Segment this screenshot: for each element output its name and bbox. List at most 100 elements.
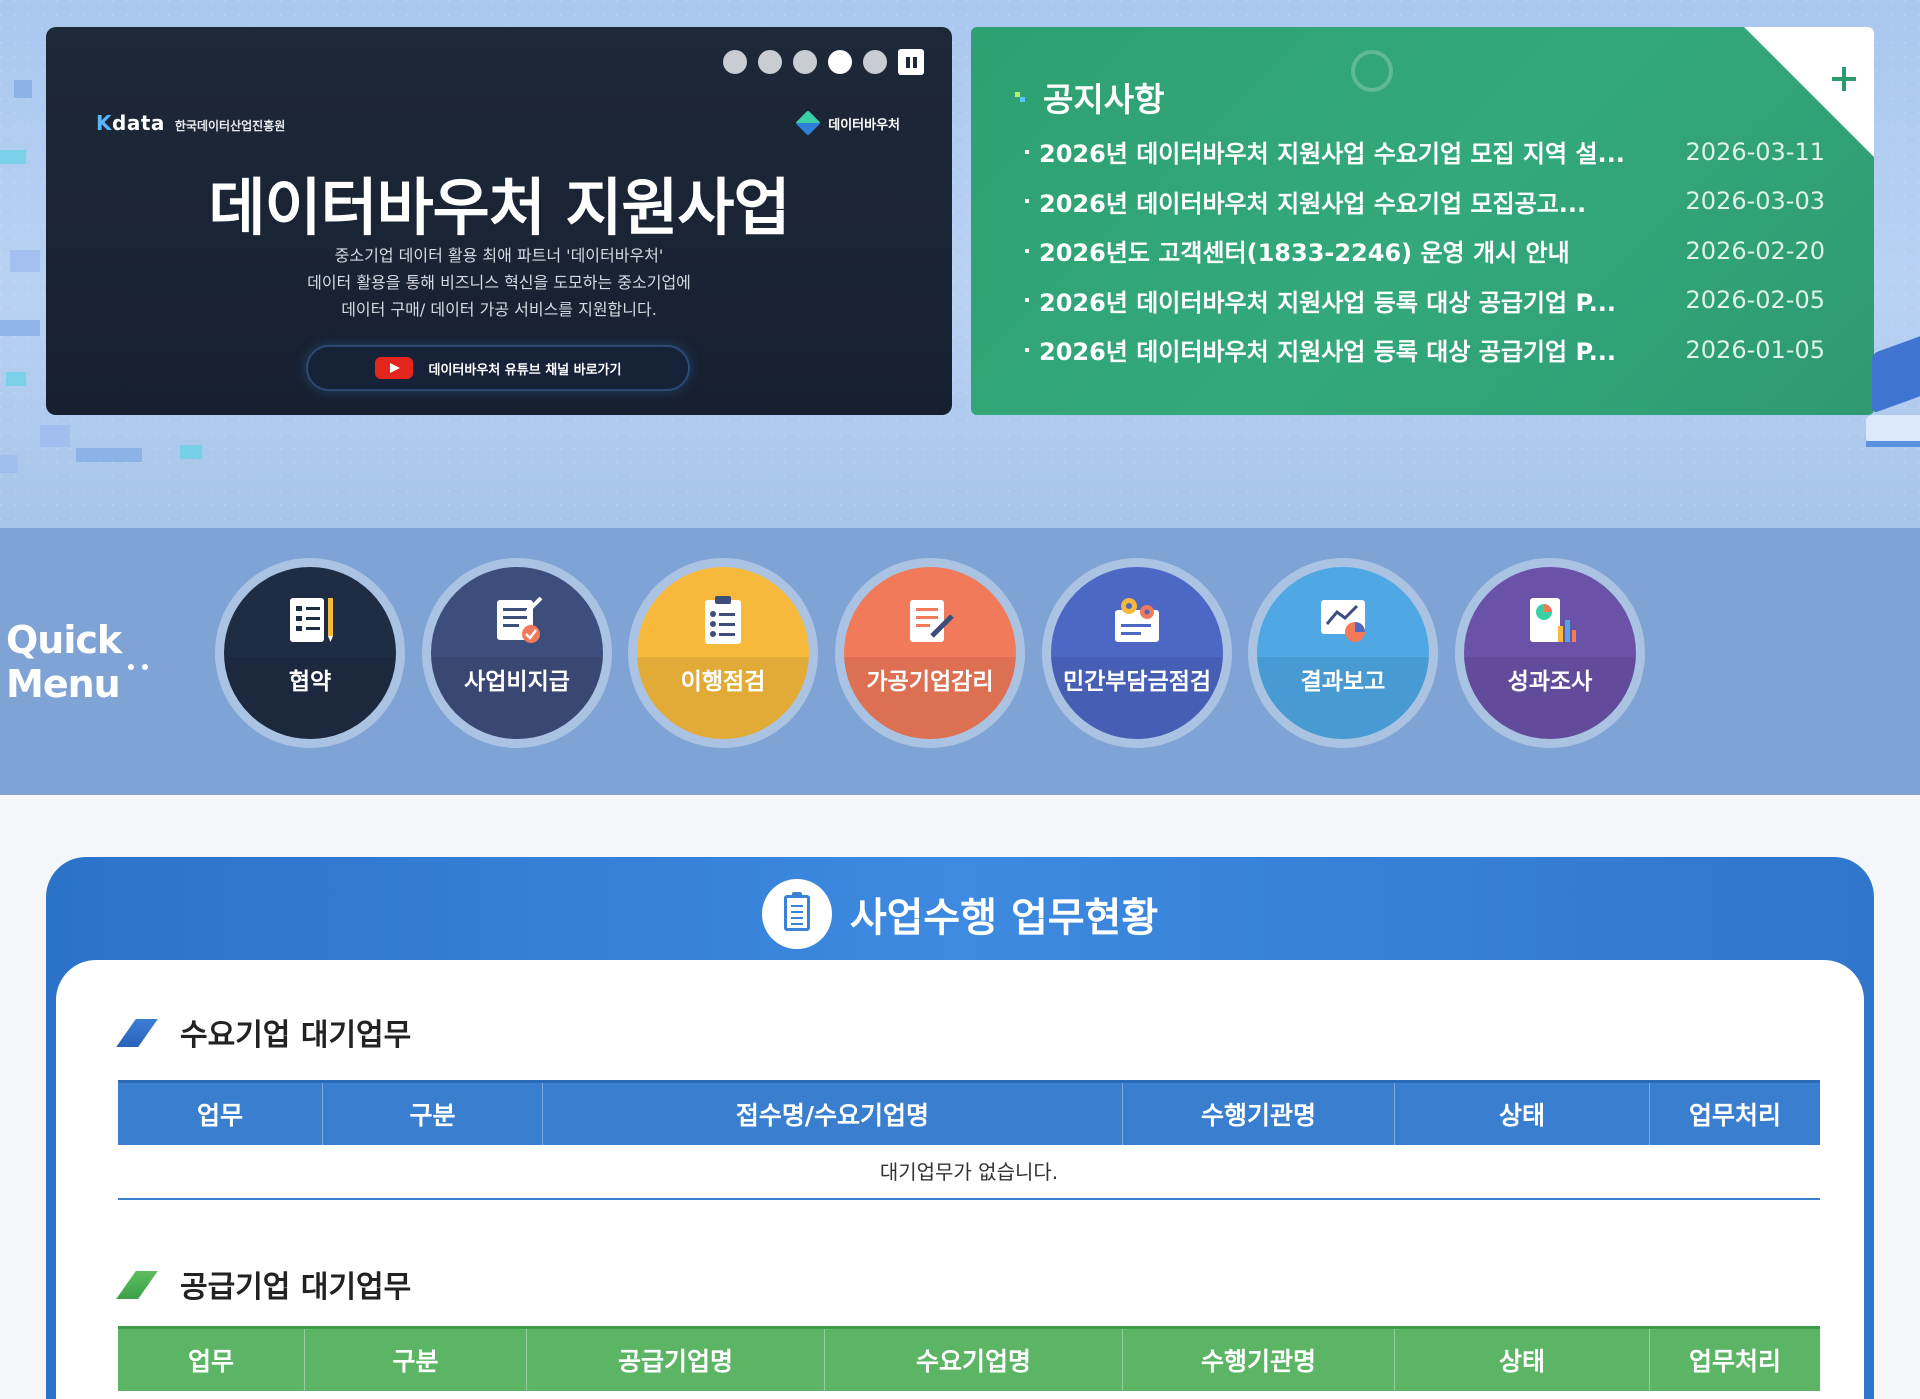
deco-pixel [0, 455, 18, 473]
notice-item-date: 2026-02-05 [1685, 286, 1825, 315]
audit-icon [910, 600, 954, 642]
quick-menu-item-label: 민간부담금점검 [1062, 669, 1212, 695]
notice-list: 2026년 데이터바우처 지원사업 수요기업 모집 지역 설... 2026-0… [1025, 127, 1825, 375]
notice-item-date: 2026-03-11 [1685, 137, 1825, 166]
slash-icon [118, 1269, 158, 1299]
youtube-button-label: 데이터바우처 유튜브 채널 바로가기 [428, 362, 622, 378]
column-header: 업무 [118, 1083, 323, 1145]
column-header: 공급기업명 [527, 1329, 825, 1391]
slider-dot-active[interactable] [828, 50, 852, 74]
quick-menu-label-line: Quick [6, 618, 122, 662]
report-icon [1321, 600, 1365, 642]
deco-3d-block [1860, 336, 1920, 495]
notice-item-date: 2026-03-03 [1685, 187, 1825, 216]
quick-menu-item-label: 가공기업감리 [866, 669, 994, 695]
quick-menu-item-private-contribution[interactable]: 민간부담금점검 [1042, 558, 1232, 748]
deco-pixel [6, 372, 26, 386]
quick-menu-circle[interactable]: 이행점검 [637, 567, 809, 739]
column-header: 수요기업명 [825, 1329, 1123, 1391]
deco-pixel [0, 320, 40, 336]
slider-dot[interactable] [723, 50, 747, 74]
column-header: 업무처리 [1688, 1101, 1781, 1130]
clipboard-icon [761, 879, 832, 949]
column-header: 접수명/수요기업명 [543, 1083, 1123, 1145]
quick-menu-item-label: 사업비지급 [464, 669, 570, 695]
quick-menu-item-label: 협약 [288, 669, 332, 695]
banner-slider[interactable]: Kdata 한국데이터산업진흥원 데이터바우처 데이터바우처 지원사업 중소기업… [46, 27, 952, 415]
slider-pagination [723, 49, 924, 75]
quick-menu-item-label: 이행점검 [680, 669, 766, 695]
quick-menu-circle[interactable]: 민간부담금점검 [1051, 567, 1223, 739]
notice-item[interactable]: 2026년도 고객센터(1833-2246) 운영 개시 안내 2026-02-… [1025, 226, 1825, 276]
quick-menu-circle[interactable]: 결과보고 [1257, 567, 1429, 739]
payment-icon [497, 596, 543, 643]
quick-menu-item-contract[interactable]: 협약 [215, 558, 405, 748]
notice-item-title[interactable]: 2026년도 고객센터(1833-2246) 운영 개시 안내 [1025, 233, 1570, 268]
quick-menu-item-result-report[interactable]: 결과보고 [1248, 558, 1438, 748]
quick-menu-item-compliance-check[interactable]: 이행점검 [628, 558, 818, 748]
work-status-panel: 수요기업 대기업무 업무 구분 접수명/수요기업명 수행기관명 상태 업무처리 … [56, 960, 1864, 1399]
quick-menu: Quick Menu 협약 사업비지급 이행점검 가공기업감리 민간부담금점검 … [0, 528, 1920, 795]
deco-pixel [180, 445, 202, 459]
column-header: 업무처리 [1688, 1347, 1781, 1376]
quick-menu-item-audit[interactable]: 가공기업감리 [835, 558, 1025, 748]
column-header: 상태 [1395, 1329, 1650, 1391]
youtube-icon [374, 357, 413, 379]
settings-icon [1115, 598, 1159, 642]
notice-bullet-icon [1015, 92, 1025, 102]
supply-section-title: 공급기업 대기업무 [118, 1262, 411, 1306]
slider-dot[interactable] [758, 50, 782, 74]
youtube-channel-button[interactable]: 데이터바우처 유튜브 채널 바로가기 [306, 345, 690, 391]
kdata-mark-prefix: K [96, 111, 112, 135]
slider-dot[interactable] [793, 50, 817, 74]
slider-dot[interactable] [863, 50, 887, 74]
demand-section-title-text: 수요기업 대기업무 [180, 1018, 412, 1053]
quick-menu-circle[interactable]: 성과조사 [1464, 567, 1636, 739]
column-header: 업무 [118, 1329, 305, 1391]
quick-menu-circle[interactable]: 사업비지급 [431, 567, 603, 739]
banner-description: 중소기업 데이터 활용 최애 파트너 '데이터바우처' 데이터 활용을 통해 비… [46, 242, 952, 323]
notice-header: 공지사항 [1015, 73, 1164, 121]
quick-menu-item-performance-survey[interactable]: 성과조사 [1455, 558, 1645, 748]
deco-pixel [40, 425, 70, 447]
banner-title: 데이터바우처 지원사업 [208, 171, 791, 244]
deco-ring [1351, 50, 1393, 92]
more-plus-icon[interactable] [1832, 67, 1856, 91]
work-status-header: 사업수행 업무현황 [46, 879, 1874, 949]
deco-pixel [14, 80, 32, 98]
slash-icon [118, 1017, 158, 1047]
supply-table-header: 업무 구분 공급기업명 수요기업명 수행기관명 상태 업무처리 [118, 1326, 1820, 1391]
empty-table-message: 대기업무가 없습니다. [118, 1142, 1820, 1200]
quick-menu-label-line: Menu [6, 662, 121, 706]
deco-pixel [10, 250, 40, 272]
quick-menu-item-label: 결과보고 [1300, 669, 1386, 695]
work-status-title: 사업수행 업무현황 [849, 895, 1159, 941]
demand-table-header: 업무 구분 접수명/수요기업명 수행기관명 상태 업무처리 [118, 1080, 1820, 1145]
work-status-section: 사업수행 업무현황 수요기업 대기업무 업무 구분 접수명/수요기업명 수행기관… [46, 857, 1874, 1399]
kdata-logo: Kdata 한국데이터산업진흥원 [96, 111, 285, 135]
deco-pixel [76, 448, 142, 462]
quick-menu-circle[interactable]: 가공기업감리 [844, 567, 1016, 739]
brand-name: 데이터바우처 [828, 117, 900, 133]
notice-board: 공지사항 2026년 데이터바우처 지원사업 수요기업 모집 지역 설... 2… [971, 27, 1874, 415]
notice-item[interactable]: 2026년 데이터바우처 지원사업 수요기업 모집 지역 설... 2026-0… [1025, 127, 1825, 177]
quick-menu-circle[interactable]: 협약 [224, 567, 396, 739]
checklist-icon [705, 596, 741, 644]
pause-icon[interactable] [898, 49, 924, 75]
banner-desc-line: 데이터 구매/ 데이터 가공 서비스를 지원합니다. [341, 300, 657, 319]
notice-item-title[interactable]: 2026년 데이터바우처 지원사업 등록 대상 공급기업 P... [1025, 332, 1616, 367]
banner-desc-line: 데이터 활용을 통해 비즈니스 혁신을 도모하는 중소기업에 [307, 273, 691, 292]
notice-title: 공지사항 [1043, 80, 1165, 119]
notice-item-title[interactable]: 2026년 데이터바우처 지원사업 수요기업 모집공고... [1025, 184, 1586, 219]
notice-item-title[interactable]: 2026년 데이터바우처 지원사업 등록 대상 공급기업 P... [1025, 283, 1616, 318]
quick-menu-item-payment[interactable]: 사업비지급 [422, 558, 612, 748]
deco-dots [128, 664, 148, 670]
notice-item[interactable]: 2026년 데이터바우처 지원사업 등록 대상 공급기업 P... 2026-0… [1025, 325, 1825, 375]
notice-item[interactable]: 2026년 데이터바우처 지원사업 수요기업 모집공고... 2026-03-0… [1025, 177, 1825, 227]
notice-item[interactable]: 2026년 데이터바우처 지원사업 등록 대상 공급기업 P... 2026-0… [1025, 276, 1825, 326]
column-header: 구분 [323, 1083, 543, 1145]
survey-icon [1530, 598, 1576, 642]
demand-section-title: 수요기업 대기업무 [118, 1010, 411, 1054]
quick-menu-item-label: 성과조사 [1507, 669, 1593, 695]
notice-item-title[interactable]: 2026년 데이터바우처 지원사업 수요기업 모집 지역 설... [1025, 134, 1625, 169]
